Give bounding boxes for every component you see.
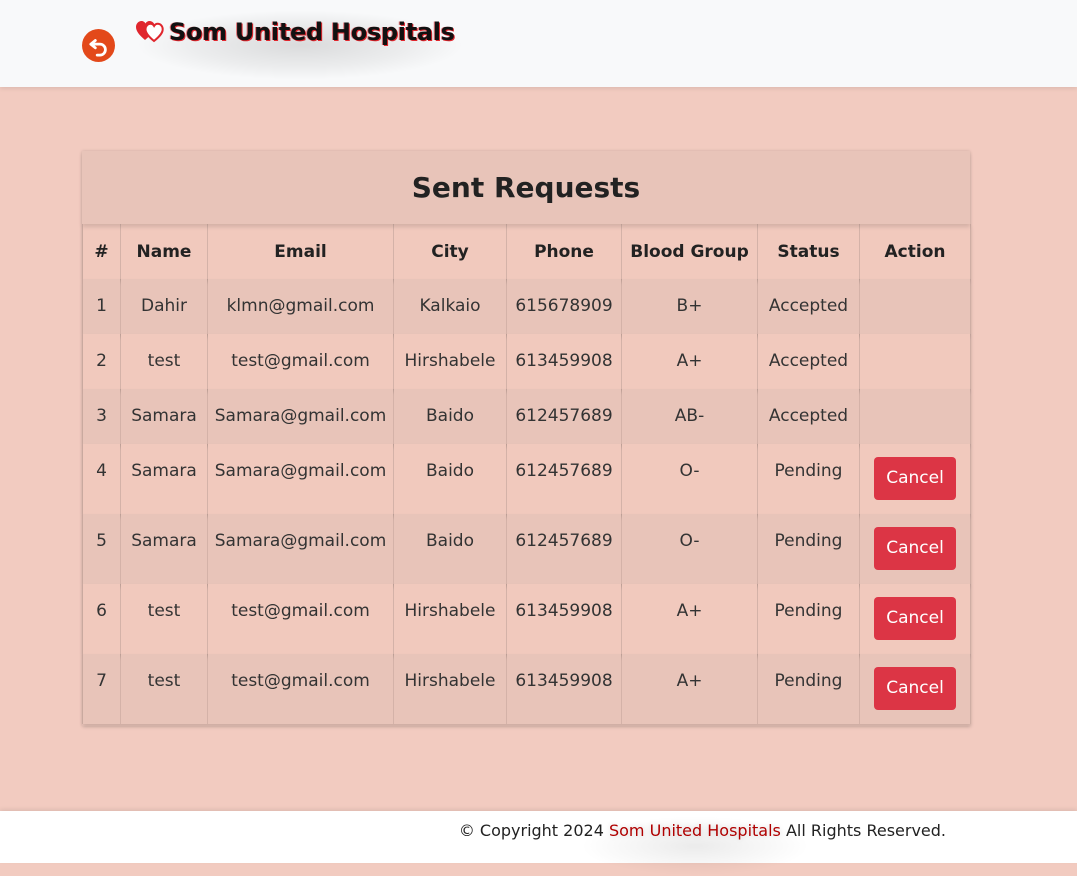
brand-link[interactable]: Som United Hospitals: [135, 10, 465, 80]
cell-email: klmn@gmail.com: [207, 279, 394, 334]
cell-action: [859, 334, 971, 389]
cell-city: Kalkaio: [393, 279, 507, 334]
cancel-button[interactable]: Cancel: [874, 457, 956, 500]
cell-city: Baido: [393, 514, 507, 584]
cancel-button[interactable]: Cancel: [874, 667, 956, 710]
column-header-email: Email: [207, 224, 394, 279]
page-title: Sent Requests: [82, 151, 970, 224]
cell-number: 3: [82, 389, 121, 444]
requests-table: # Name Email City Phone Blood Group Stat…: [82, 224, 971, 724]
cell-action: Cancel: [859, 584, 971, 654]
cell-number: 5: [82, 514, 121, 584]
table-row: 2 test test@gmail.com Hirshabele 6134599…: [82, 334, 971, 389]
copyright-suffix: All Rights Reserved.: [785, 821, 946, 840]
back-button[interactable]: [82, 29, 115, 62]
cell-city: Baido: [393, 444, 507, 514]
copyright-text: © Copyright 2024 Som United Hospitals Al…: [459, 821, 946, 840]
cell-action: [859, 389, 971, 444]
table-row: 4 Samara Samara@gmail.com Baido 61245768…: [82, 444, 971, 514]
table-header-row: # Name Email City Phone Blood Group Stat…: [82, 224, 971, 279]
cell-status: Accepted: [757, 279, 860, 334]
cell-blood-group: B+: [621, 279, 758, 334]
cell-blood-group: O-: [621, 444, 758, 514]
cell-blood-group: AB-: [621, 389, 758, 444]
cell-action: Cancel: [859, 654, 971, 724]
table-row: 1 Dahir klmn@gmail.com Kalkaio 615678909…: [82, 279, 971, 334]
cell-number: 7: [82, 654, 121, 724]
table-row: 6 test test@gmail.com Hirshabele 6134599…: [82, 584, 971, 654]
cancel-button[interactable]: Cancel: [874, 597, 956, 640]
cell-action: Cancel: [859, 444, 971, 514]
cell-name: test: [120, 584, 208, 654]
copyright-prefix: © Copyright 2024: [458, 821, 604, 840]
cell-blood-group: A+: [621, 334, 758, 389]
cell-email: Samara@gmail.com: [207, 444, 394, 514]
cell-phone: 612457689: [506, 514, 622, 584]
hearts-icon: [136, 21, 164, 43]
column-header-blood-group: Blood Group: [621, 224, 758, 279]
cell-phone: 613459908: [506, 654, 622, 724]
cell-city: Hirshabele: [393, 654, 507, 724]
cell-status: Pending: [757, 444, 860, 514]
cell-status: Pending: [757, 584, 860, 654]
cell-status: Accepted: [757, 389, 860, 444]
cell-number: 2: [82, 334, 121, 389]
cell-name: test: [120, 654, 208, 724]
brand-name: Som United Hospitals: [169, 18, 455, 46]
column-header-action: Action: [859, 224, 971, 279]
sent-requests-card: Sent Requests # Name Email City Phone Bl…: [82, 151, 971, 726]
cell-blood-group: O-: [621, 514, 758, 584]
navbar: Som United Hospitals: [0, 0, 1077, 87]
column-header-phone: Phone: [506, 224, 622, 279]
undo-arrow-icon: [88, 38, 107, 57]
table-row: 7 test test@gmail.com Hirshabele 6134599…: [82, 654, 971, 724]
cell-city: Baido: [393, 389, 507, 444]
cell-action: [859, 279, 971, 334]
cell-blood-group: A+: [621, 654, 758, 724]
table-row: 3 Samara Samara@gmail.com Baido 61245768…: [82, 389, 971, 444]
footer-brand-link[interactable]: Som United Hospitals: [609, 821, 781, 840]
cell-status: Accepted: [757, 334, 860, 389]
cell-name: Samara: [120, 514, 208, 584]
column-header-status: Status: [757, 224, 860, 279]
cell-status: Pending: [757, 514, 860, 584]
cell-phone: 613459908: [506, 334, 622, 389]
cell-email: Samara@gmail.com: [207, 514, 394, 584]
column-header-name: Name: [120, 224, 208, 279]
cell-email: Samara@gmail.com: [207, 389, 394, 444]
cell-name: test: [120, 334, 208, 389]
cell-number: 6: [82, 584, 121, 654]
cell-status: Pending: [757, 654, 860, 724]
column-header-city: City: [393, 224, 507, 279]
cell-city: Hirshabele: [393, 334, 507, 389]
cell-phone: 613459908: [506, 584, 622, 654]
cell-action: Cancel: [859, 514, 971, 584]
cell-email: test@gmail.com: [207, 334, 394, 389]
cell-name: Samara: [120, 389, 208, 444]
cell-number: 1: [82, 279, 121, 334]
cell-email: test@gmail.com: [207, 654, 394, 724]
table-row: 5 Samara Samara@gmail.com Baido 61245768…: [82, 514, 971, 584]
cell-email: test@gmail.com: [207, 584, 394, 654]
cancel-button[interactable]: Cancel: [874, 527, 956, 570]
cell-phone: 612457689: [506, 444, 622, 514]
cell-city: Hirshabele: [393, 584, 507, 654]
cell-phone: 615678909: [506, 279, 622, 334]
cell-phone: 612457689: [506, 389, 622, 444]
cell-blood-group: A+: [621, 584, 758, 654]
column-header-number: #: [82, 224, 121, 279]
footer: © Copyright 2024 Som United Hospitals Al…: [0, 811, 1077, 876]
cell-name: Dahir: [120, 279, 208, 334]
cell-number: 4: [82, 444, 121, 514]
cell-name: Samara: [120, 444, 208, 514]
